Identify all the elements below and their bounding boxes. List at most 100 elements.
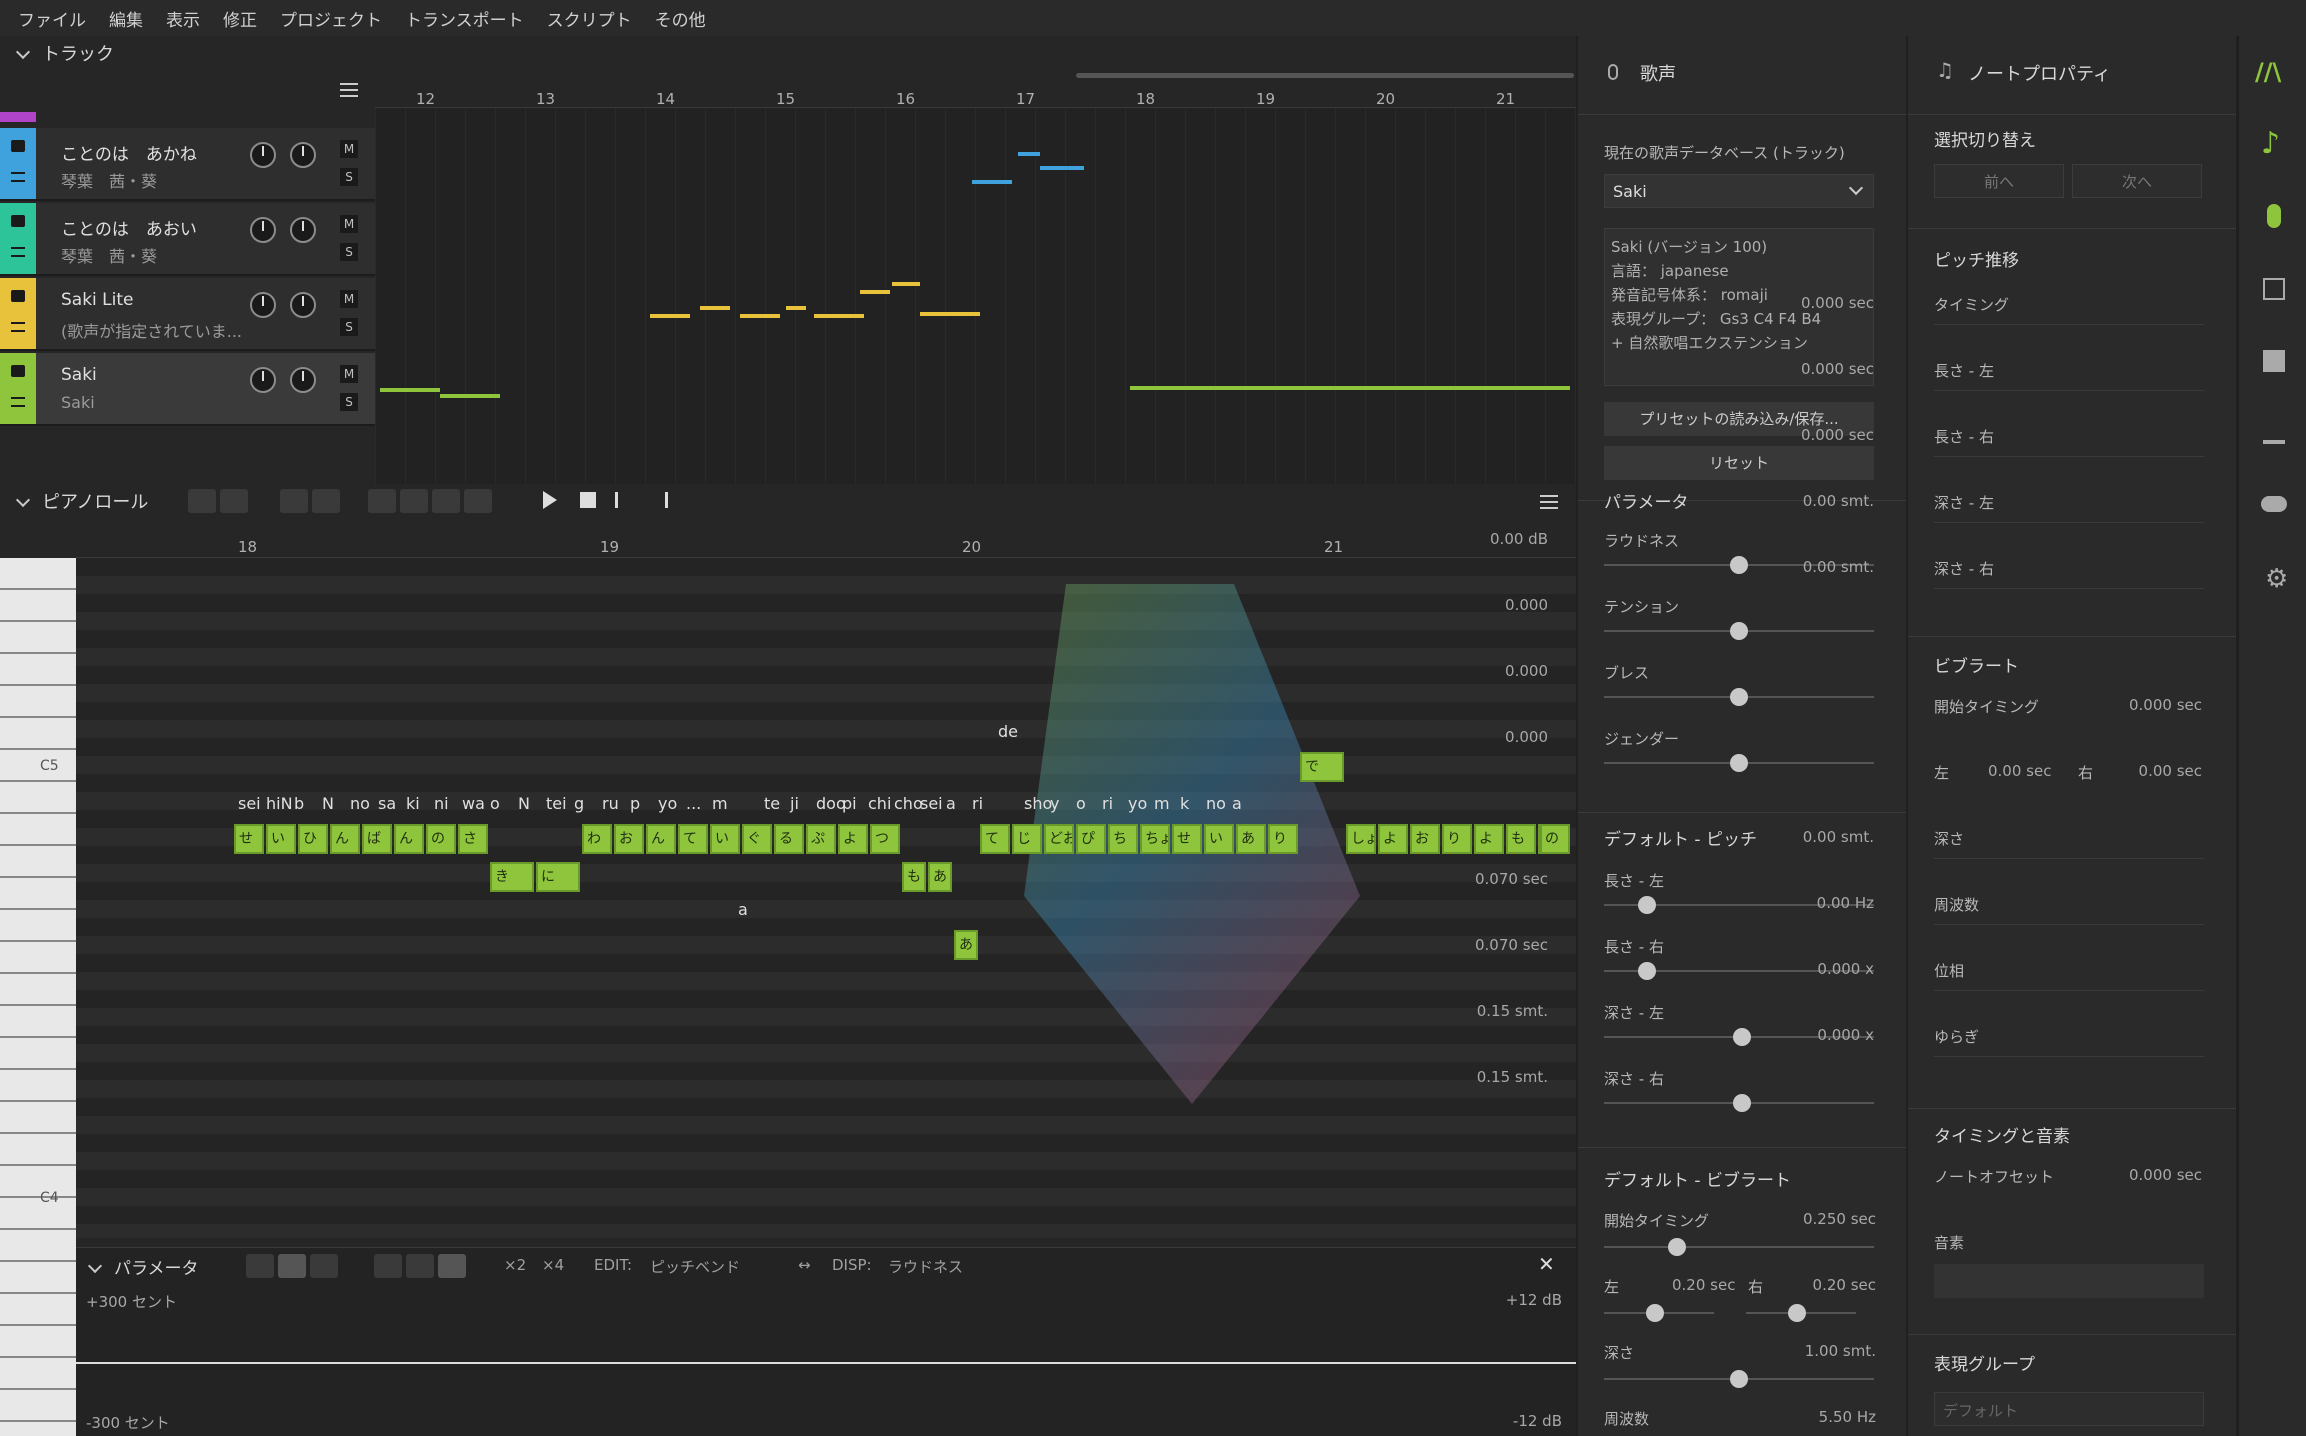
microphone-icon[interactable] <box>2267 204 2281 228</box>
reset-button[interactable]: リセット <box>1604 446 1874 480</box>
forward-icon[interactable] <box>652 492 668 508</box>
note-field-value[interactable]: 0.00 smt. <box>1803 558 1874 576</box>
note[interactable]: ぷ <box>806 824 836 854</box>
pan-knob[interactable] <box>290 142 316 168</box>
track-row[interactable]: ことのは あおい 琴葉 茜・葵 M S <box>0 203 375 276</box>
menu-transport[interactable]: トランスポート <box>401 6 543 31</box>
close-icon[interactable]: ✕ <box>1538 1252 1555 1276</box>
note[interactable]: じ <box>1012 824 1042 854</box>
menu-view[interactable]: 表示 <box>162 6 219 31</box>
volume-knob[interactable] <box>250 142 276 168</box>
note[interactable]: あ <box>954 930 978 960</box>
note[interactable]: ちょ <box>1140 824 1170 854</box>
note-field-value[interactable]: 0.00 smt. <box>1803 828 1874 846</box>
menu-project[interactable]: プロジェクト <box>276 6 401 31</box>
track-name[interactable]: Saki Lite <box>61 290 134 310</box>
note[interactable]: で <box>1300 752 1344 782</box>
menu-edit[interactable]: 編集 <box>105 6 162 31</box>
cloud-icon[interactable] <box>2261 496 2287 512</box>
note[interactable]: り <box>1268 824 1298 854</box>
note-field-value[interactable]: 0.000 x <box>1817 960 1874 978</box>
pan-knob[interactable] <box>290 367 316 393</box>
note[interactable]: ひ <box>298 824 328 854</box>
note[interactable]: ん <box>394 824 424 854</box>
note-field-value[interactable]: 0.000 sec <box>1801 426 1874 444</box>
pitch-view-button[interactable] <box>368 489 396 513</box>
drag-handle-icon[interactable] <box>11 397 25 407</box>
note[interactable]: も <box>902 862 926 892</box>
vib-depth-slider[interactable] <box>1604 1370 1874 1388</box>
stop-icon[interactable] <box>580 492 596 508</box>
music-note-icon[interactable]: ♪ <box>2261 126 2280 161</box>
solo-button[interactable]: S <box>340 318 358 336</box>
curve-tool-button[interactable] <box>312 489 340 513</box>
track-ruler[interactable] <box>375 82 1576 108</box>
piano-ruler[interactable] <box>76 528 1576 558</box>
note[interactable]: り <box>1442 824 1472 854</box>
note[interactable]: ぴ <box>1076 824 1106 854</box>
param-slider[interactable] <box>1604 754 1874 772</box>
waveform-button[interactable] <box>432 489 460 513</box>
track-row[interactable]: ことのは あかね 琴葉 茜・葵 M S <box>0 128 375 201</box>
note[interactable]: よ <box>1378 824 1408 854</box>
note[interactable]: どお <box>1044 824 1074 854</box>
note[interactable]: せ <box>1172 824 1202 854</box>
note-field-value[interactable]: 0.000 sec <box>1801 360 1874 378</box>
note[interactable]: あ <box>928 862 952 892</box>
menu-script[interactable]: スクリプト <box>543 6 651 31</box>
mute-button[interactable]: M <box>340 215 358 233</box>
volume-knob[interactable] <box>250 292 276 318</box>
phoneme-input[interactable] <box>1934 1264 2204 1298</box>
param-slider[interactable] <box>1604 1094 1874 1112</box>
volume-knob[interactable] <box>250 367 276 393</box>
note-vib-left-value[interactable]: 0.00 sec <box>1988 762 2051 780</box>
select-tool-button[interactable] <box>246 1254 274 1278</box>
phoneme-button[interactable] <box>464 489 492 513</box>
track-panel-header[interactable]: トラック <box>15 40 114 66</box>
note[interactable]: い <box>1204 824 1234 854</box>
track-name[interactable]: Saki <box>61 365 97 385</box>
pan-knob[interactable] <box>290 292 316 318</box>
pitch-curve-button[interactable] <box>400 489 428 513</box>
note[interactable]: わ <box>582 824 612 854</box>
line-tool-button[interactable] <box>406 1254 434 1278</box>
mute-button[interactable]: M <box>340 365 358 383</box>
note[interactable]: お <box>1410 824 1440 854</box>
param-slider[interactable] <box>1604 688 1874 706</box>
play-icon[interactable] <box>543 491 557 509</box>
note[interactable]: よ <box>838 824 868 854</box>
next-button[interactable]: 次へ <box>2072 164 2202 198</box>
note-vib-right-value[interactable]: 0.00 sec <box>2139 762 2202 780</box>
note-field-value[interactable]: 0.00 Hz <box>1817 894 1874 912</box>
expr-group-select[interactable]: デフォルト <box>1934 1392 2204 1426</box>
note[interactable]: ん <box>646 824 676 854</box>
note-field-value[interactable]: 0.00 smt. <box>1803 492 1874 510</box>
gear-icon[interactable]: ⚙ <box>2265 564 2288 594</box>
note[interactable]: の <box>1540 824 1570 854</box>
note[interactable]: ぐ <box>742 824 772 854</box>
rewind-icon[interactable] <box>615 492 631 508</box>
track-name[interactable]: ことのは あおい <box>61 215 197 240</box>
menu-other[interactable]: その他 <box>651 6 725 31</box>
note[interactable]: の <box>426 824 456 854</box>
note[interactable]: い <box>710 824 740 854</box>
curve-tool-button[interactable] <box>310 1254 338 1278</box>
param-slider[interactable] <box>1604 622 1874 640</box>
note-field-value[interactable]: 0.000 x <box>1817 1026 1874 1044</box>
track-name[interactable]: ことのは あかね <box>61 140 197 165</box>
db-select[interactable]: Saki <box>1604 174 1874 208</box>
vib-left-slider[interactable] <box>1604 1304 1714 1322</box>
note[interactable]: る <box>774 824 804 854</box>
solo-button[interactable]: S <box>340 243 358 261</box>
track-row[interactable]: Saki Saki M S <box>0 353 375 426</box>
smooth-tool-button[interactable] <box>374 1254 402 1278</box>
piano-keyboard[interactable] <box>0 558 76 1436</box>
note[interactable]: き <box>490 862 534 892</box>
note-vib-start-value[interactable]: 0.000 sec <box>2129 696 2202 714</box>
volume-knob[interactable] <box>250 217 276 243</box>
track-h-scrollbar[interactable] <box>1076 73 1574 78</box>
menu-modify[interactable]: 修正 <box>219 6 276 31</box>
vib-right-slider[interactable] <box>1746 1304 1856 1322</box>
mute-button[interactable]: M <box>340 140 358 158</box>
note[interactable]: ば <box>362 824 392 854</box>
